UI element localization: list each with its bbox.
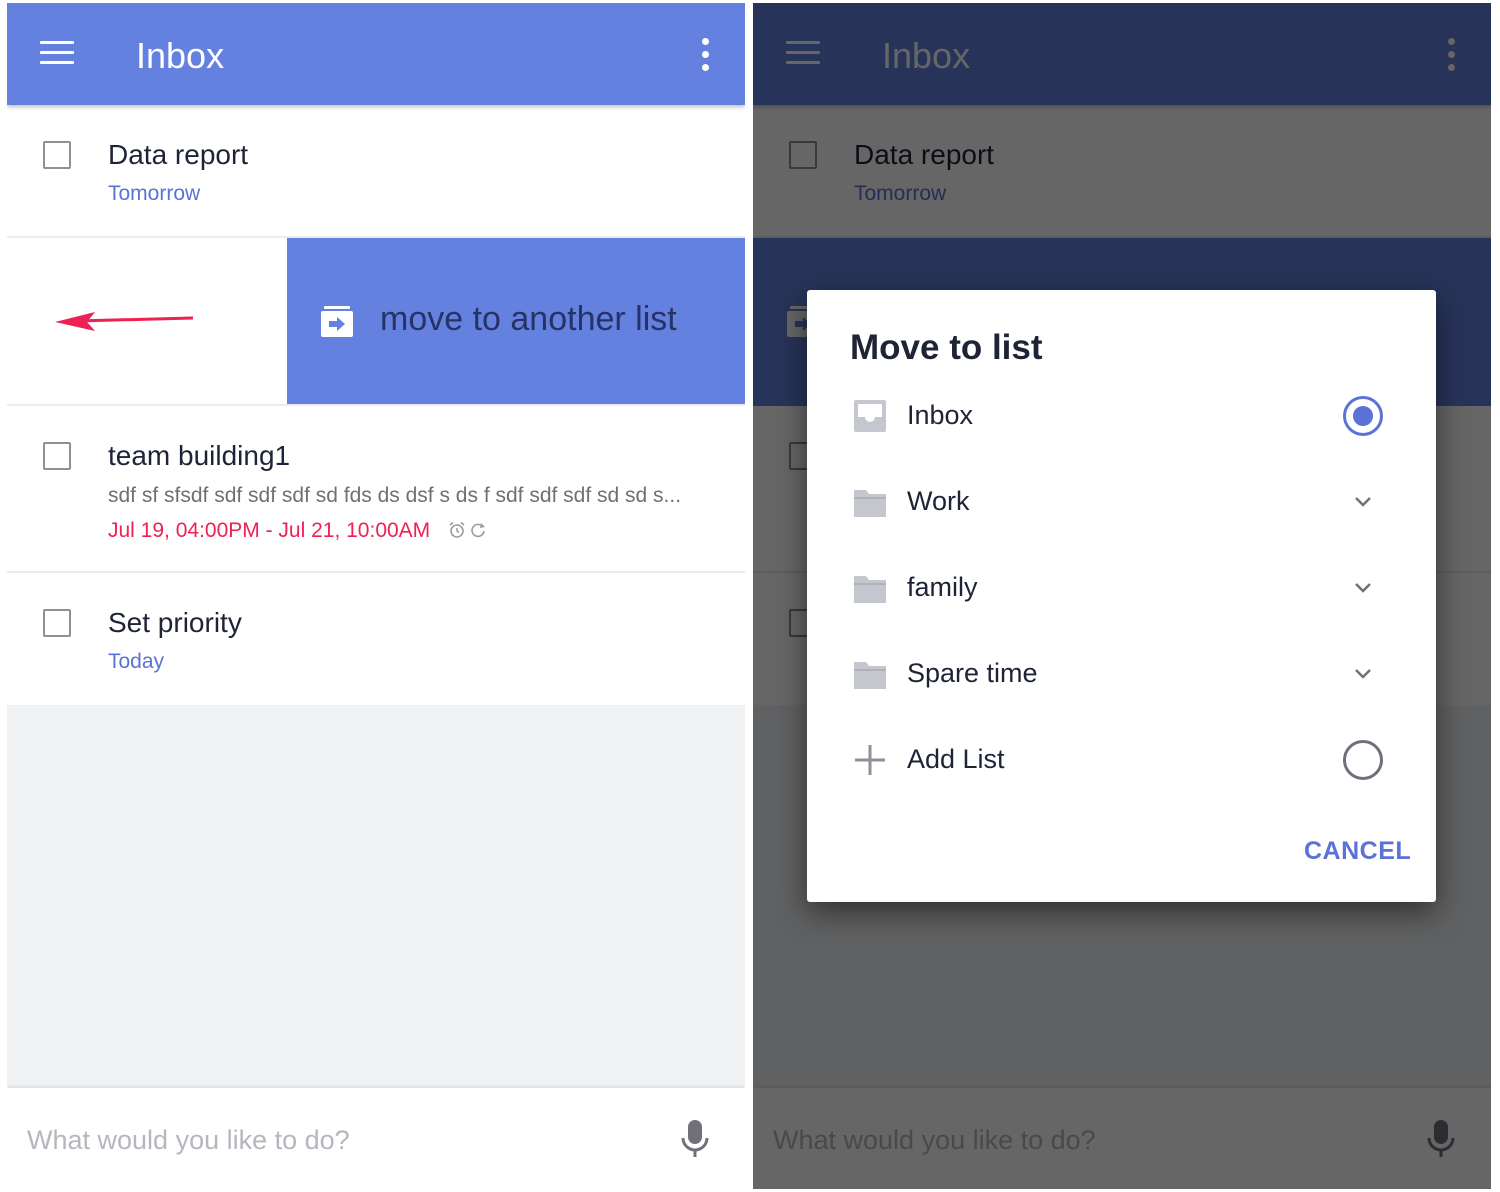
move-to-list-icon — [321, 306, 353, 337]
folder-icon — [854, 662, 886, 689]
app-bar: Inbox — [7, 3, 745, 105]
chevron-down-icon[interactable] — [1343, 568, 1383, 608]
list-option-label: Work — [907, 486, 970, 516]
swiped-task-row[interactable]: move to another list — [7, 238, 745, 406]
more-options-icon[interactable] — [695, 37, 719, 73]
alarm-icon — [449, 521, 465, 538]
list-option-label: Inbox — [907, 400, 974, 430]
radio-empty[interactable] — [1343, 740, 1383, 780]
move-to-another-list-action[interactable]: move to another list — [287, 238, 745, 404]
inbox-icon — [854, 400, 886, 432]
mic-icon[interactable] — [679, 1118, 711, 1162]
repeat-icon — [471, 523, 485, 538]
left-screen-swipe: Inbox Data report Tomorrow move to anoth… — [7, 3, 745, 1189]
right-screen-dialog: Inbox Data report Tomorrow team building… — [753, 3, 1491, 1189]
folder-icon — [854, 576, 886, 603]
list-option-family[interactable]: family — [807, 546, 1436, 632]
chevron-down-icon[interactable] — [1343, 482, 1383, 522]
list-option-work[interactable]: Work — [807, 460, 1436, 546]
task-title: Data report — [108, 139, 249, 170]
move-to-list-dialog: Move to list Inbox Work family Spare tim… — [807, 290, 1436, 902]
list-option-label: family — [907, 572, 978, 602]
task-title: team building1 — [108, 440, 291, 471]
page-title: Inbox — [136, 35, 225, 76]
chevron-down-icon[interactable] — [1343, 654, 1383, 694]
quick-add-input[interactable] — [27, 1118, 627, 1162]
task-title: Set priority — [108, 607, 242, 638]
task-row[interactable]: Set priority Today — [7, 573, 745, 705]
folder-icon — [854, 490, 886, 517]
dialog-title: Move to list — [850, 328, 1043, 367]
task-checkbox[interactable] — [43, 442, 71, 470]
task-note: sdf sf sfsdf sdf sdf sdf sd fds ds dsf s… — [108, 484, 682, 507]
task-due-range: Jul 19, 04:00PM - Jul 21, 10:00AM — [108, 519, 431, 542]
list-option-inbox[interactable]: Inbox — [807, 374, 1436, 460]
list-option-spare-time[interactable]: Spare time — [807, 632, 1436, 718]
swipe-left-arrow-icon — [55, 312, 194, 331]
list-option-label: Spare time — [907, 658, 1038, 688]
task-checkbox[interactable] — [43, 141, 71, 169]
move-to-another-list-label: move to another list — [380, 300, 677, 338]
task-row[interactable]: Data report Tomorrow — [7, 105, 745, 238]
list-option-label: Add List — [907, 744, 1005, 774]
task-checkbox[interactable] — [43, 609, 71, 637]
task-due: Tomorrow — [108, 182, 201, 205]
list-option-add-list[interactable]: Add List — [807, 718, 1436, 804]
cancel-button[interactable]: CANCEL — [1304, 837, 1411, 866]
task-due: Today — [108, 650, 165, 673]
task-row[interactable]: team building1 sdf sf sfsdf sdf sdf sdf … — [7, 406, 745, 573]
radio-selected[interactable] — [1343, 396, 1383, 436]
hamburger-menu-icon[interactable] — [40, 41, 74, 65]
plus-icon — [855, 745, 885, 775]
swipe-gesture-area[interactable] — [7, 238, 287, 404]
quick-add-bar — [7, 1088, 745, 1189]
